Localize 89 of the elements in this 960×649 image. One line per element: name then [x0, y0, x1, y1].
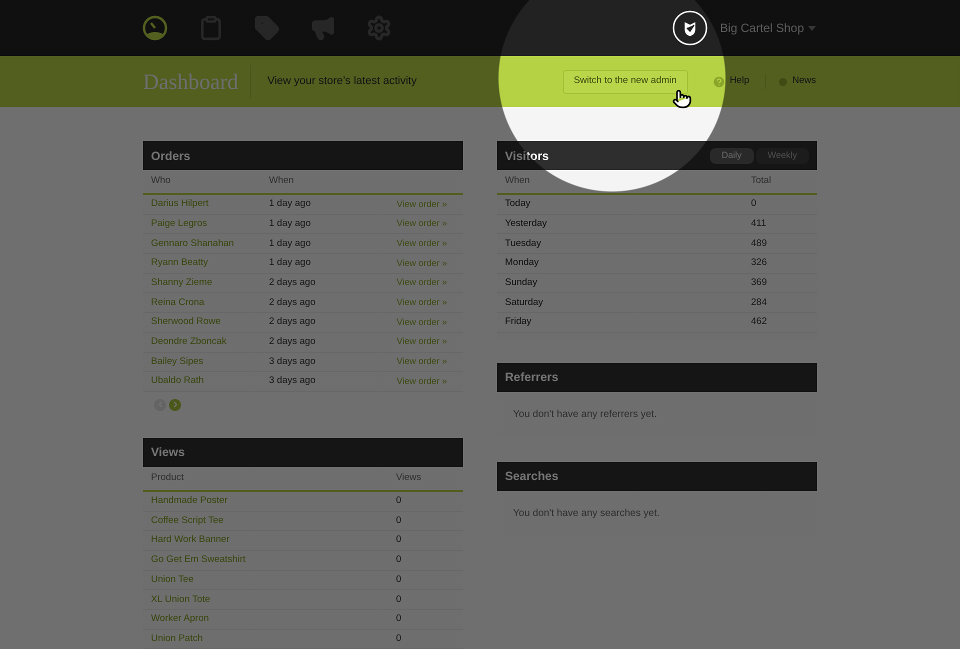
- tag-icon[interactable]: [254, 15, 280, 41]
- view-count: 0: [396, 553, 402, 568]
- day-label: Tuesday: [505, 236, 542, 251]
- column-header: Views: [396, 471, 422, 486]
- page-subtitle: View your store’s latest activity: [267, 74, 417, 90]
- view-count: 0: [396, 494, 402, 508]
- page-title: Dashboard: [143, 65, 252, 98]
- view-order-link[interactable]: View order »: [396, 316, 447, 330]
- view-order-link[interactable]: View order »: [396, 335, 447, 349]
- customer-name-link[interactable]: Sherwood Rowe: [151, 315, 269, 330]
- empty-message: You don't have any searches yet.: [513, 507, 660, 522]
- product-link[interactable]: XL Union Tote: [151, 592, 396, 607]
- visitor-total: 369: [751, 276, 767, 290]
- help-icon: [712, 74, 726, 88]
- shield-logo-icon[interactable]: [672, 10, 708, 46]
- customer-name-link[interactable]: Paige Legros: [151, 216, 269, 232]
- news-link[interactable]: News: [765, 74, 816, 89]
- shop-menu-button[interactable]: Big Cartel Shop: [720, 19, 816, 37]
- view-order-link[interactable]: View order »: [396, 236, 447, 250]
- customer-name-link[interactable]: Ryann Beatty: [151, 256, 269, 271]
- visitor-total: 284: [751, 296, 767, 310]
- settings-icon[interactable]: [366, 15, 392, 41]
- order-time: 2 days ago: [269, 335, 316, 350]
- visitor-total: 462: [751, 315, 767, 330]
- hand-cursor-icon: [672, 89, 692, 109]
- visitor-total: 326: [751, 256, 767, 270]
- help-link[interactable]: Help: [712, 74, 750, 89]
- order-time: 2 days ago: [269, 276, 316, 290]
- customer-name-link[interactable]: Gennaro Shanahan: [151, 236, 269, 251]
- order-time: 3 days ago: [269, 354, 316, 369]
- view-order-link[interactable]: View order »: [396, 355, 447, 369]
- product-link[interactable]: Worker Apron: [151, 612, 396, 626]
- customer-name-link[interactable]: Deondre Zboncak: [151, 335, 269, 350]
- order-time: 2 days ago: [269, 315, 316, 330]
- clipboard-icon[interactable]: [198, 15, 224, 41]
- day-label: Saturday: [505, 296, 544, 310]
- product-link[interactable]: Coffee Script Tee: [151, 514, 396, 528]
- panel-title: Visitors: [505, 148, 549, 164]
- product-link[interactable]: Hard Work Banner: [151, 533, 396, 548]
- gauge-icon[interactable]: [142, 15, 168, 41]
- visitor-total: 489: [751, 236, 767, 251]
- product-link[interactable]: Union Patch: [151, 632, 396, 646]
- product-link[interactable]: Union Tee: [151, 572, 396, 588]
- visitor-total: 0: [751, 197, 756, 212]
- customer-name-link[interactable]: Bailey Sipes: [151, 354, 269, 369]
- day-label: Sunday: [505, 276, 538, 290]
- order-time: 3 days ago: [269, 374, 316, 388]
- order-time: 1 day ago: [269, 216, 311, 231]
- empty-message: You don't have any referrers yet.: [513, 408, 657, 422]
- product-link[interactable]: Handmade Poster: [151, 494, 396, 508]
- view-order-link[interactable]: View order »: [396, 217, 447, 231]
- view-count: 0: [396, 533, 402, 548]
- column-header: Total: [751, 174, 772, 188]
- panel-title: Searches: [505, 468, 558, 486]
- customer-name-link[interactable]: Reina Crona: [151, 296, 269, 310]
- view-order-link[interactable]: View order »: [396, 198, 447, 212]
- view-order-link[interactable]: View order »: [396, 296, 447, 310]
- view-count: 0: [396, 592, 402, 607]
- product-link[interactable]: Go Get Em Sweatshirt: [151, 553, 396, 568]
- next-page-button[interactable]: [169, 398, 181, 411]
- view-count: 0: [396, 572, 402, 587]
- view-count: 0: [396, 612, 402, 626]
- column-header: Who: [151, 174, 172, 188]
- column-header: Product: [151, 471, 185, 486]
- customer-name-link[interactable]: Ubaldo Rath: [151, 374, 269, 389]
- order-time: 1 day ago: [269, 236, 311, 251]
- day-label: Yesterday: [505, 216, 548, 231]
- view-count: 0: [396, 632, 402, 646]
- day-label: Monday: [505, 256, 540, 270]
- view-count: 0: [396, 514, 402, 528]
- column-header: When: [505, 174, 531, 188]
- column-header: When: [269, 174, 294, 188]
- customer-name-link[interactable]: Shanny Zieme: [151, 276, 269, 290]
- order-time: 1 day ago: [269, 256, 311, 270]
- order-time: 1 day ago: [269, 197, 311, 212]
- switch-admin-button[interactable]: Switch to the new admin: [562, 70, 688, 94]
- panel-title: Views: [151, 444, 185, 462]
- view-order-link[interactable]: View order »: [396, 256, 447, 270]
- day-label: Friday: [505, 315, 532, 330]
- view-order-link[interactable]: View order »: [396, 374, 447, 388]
- caret-icon: [808, 26, 816, 30]
- visitor-total: 411: [751, 216, 766, 231]
- panel-title: Orders: [151, 148, 190, 164]
- customer-name-link[interactable]: Darius Hilpert: [151, 197, 269, 212]
- view-order-link[interactable]: View order »: [396, 276, 447, 290]
- order-time: 2 days ago: [269, 296, 316, 310]
- day-label: Today: [505, 197, 532, 212]
- panel-title: Referrers: [505, 369, 558, 386]
- megaphone-icon[interactable]: [310, 15, 336, 41]
